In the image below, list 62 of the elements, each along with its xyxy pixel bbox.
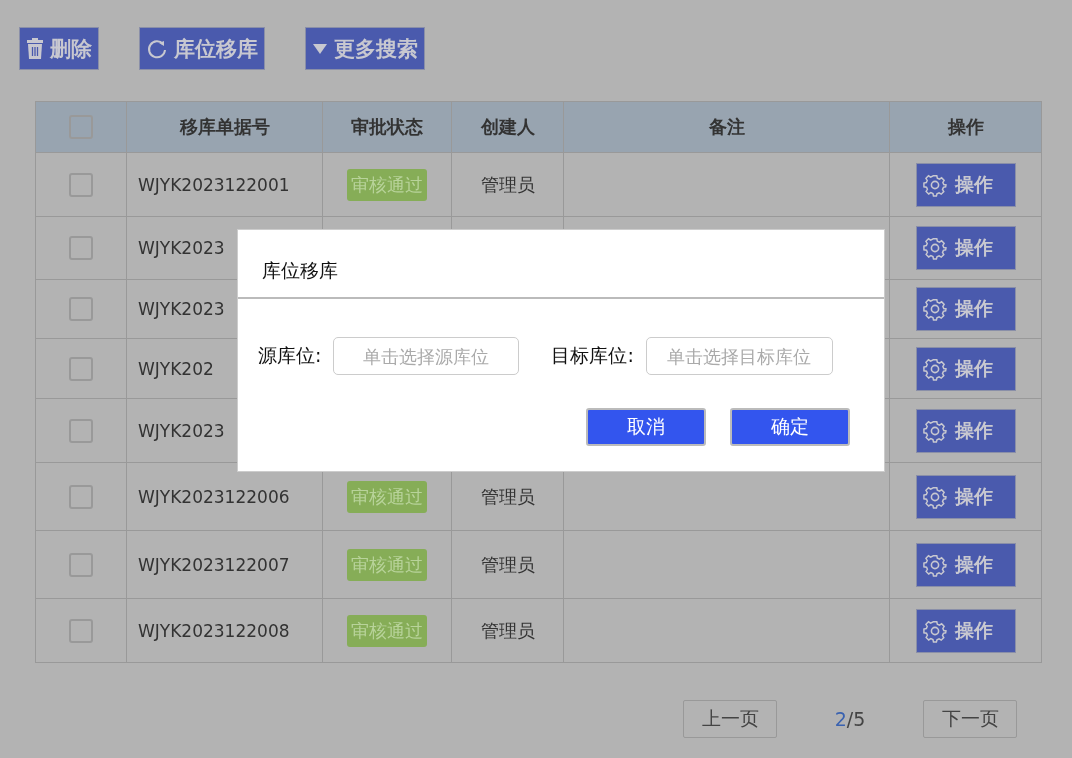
page-total: /5: [846, 708, 866, 730]
action-button[interactable]: 操作: [915, 346, 1016, 391]
dialog-button[interactable]: 确定: [730, 408, 850, 446]
action-button[interactable]: 操作: [915, 542, 1016, 587]
settings-icon: [922, 297, 947, 321]
checkbox[interactable]: [69, 356, 93, 381]
refresh-icon: [146, 37, 168, 60]
settings-icon: [922, 484, 947, 509]
table-cell: 管理员: [480, 484, 535, 509]
previous-page-button[interactable]: 上一页: [683, 700, 777, 738]
toolbar-button[interactable]: 更多搜索: [305, 27, 425, 70]
checkbox[interactable]: [69, 618, 93, 643]
next-page-button[interactable]: 下一页: [923, 700, 1017, 738]
checkbox[interactable]: [69, 297, 93, 321]
caret-icon: [312, 42, 328, 55]
checkbox[interactable]: [69, 418, 93, 443]
input-field[interactable]: 单击选择目标库位: [645, 337, 833, 375]
action-button[interactable]: 操作: [915, 474, 1016, 519]
field-label: 目标库位:: [551, 343, 634, 368]
table-cell: WJYK2023122008: [138, 620, 290, 641]
checkbox[interactable]: [69, 172, 93, 197]
table-cell: WJYK2023122001: [138, 174, 290, 195]
status-badge: 审核通过: [347, 548, 427, 581]
table-cell: WJYK2023122006: [138, 486, 290, 507]
field-label: 源库位:: [258, 343, 322, 368]
table-cell: WJYK2023: [138, 238, 225, 258]
dialog-button[interactable]: 取消: [586, 408, 706, 446]
column-header: 备注: [564, 102, 890, 152]
table-cell: WJYK2023: [138, 299, 225, 319]
action-button[interactable]: 操作: [915, 608, 1016, 653]
status-badge: 审核通过: [347, 614, 427, 647]
toolbar-button[interactable]: 库位移库: [139, 27, 265, 70]
dialog-title: 库位移库: [238, 230, 884, 299]
status-badge: 审核通过: [347, 480, 427, 513]
column-header: 审批状态: [323, 102, 452, 152]
input-field[interactable]: 单击选择源库位: [333, 337, 520, 375]
table-cell: WJYK2023: [138, 420, 225, 441]
settings-icon: [922, 236, 947, 260]
trash-icon: [26, 37, 44, 60]
table-cell: 管理员: [480, 618, 535, 643]
toolbar-button[interactable]: 删除: [19, 27, 99, 70]
action-button[interactable]: 操作: [915, 162, 1016, 207]
table-cell: 管理员: [480, 552, 535, 577]
table-cell: WJYK2023122007: [138, 554, 290, 575]
table-cell: 管理员: [480, 172, 535, 197]
column-header: 移库单据号: [127, 102, 323, 152]
action-button[interactable]: 操作: [915, 287, 1016, 331]
settings-icon: [922, 418, 947, 443]
checkbox[interactable]: [69, 552, 93, 577]
action-button[interactable]: 操作: [915, 226, 1016, 270]
action-button[interactable]: 操作: [915, 408, 1016, 453]
checkbox[interactable]: [69, 236, 93, 260]
settings-icon: [922, 618, 947, 643]
table-cell: WJYK202: [138, 358, 214, 379]
current-page: 2: [834, 708, 847, 730]
checkbox[interactable]: [69, 484, 93, 509]
settings-icon: [922, 172, 947, 197]
status-badge: 审核通过: [347, 168, 427, 201]
settings-icon: [922, 356, 947, 381]
column-header: 创建人: [452, 102, 564, 152]
column-header: 操作: [946, 115, 985, 139]
settings-icon: [922, 552, 947, 577]
